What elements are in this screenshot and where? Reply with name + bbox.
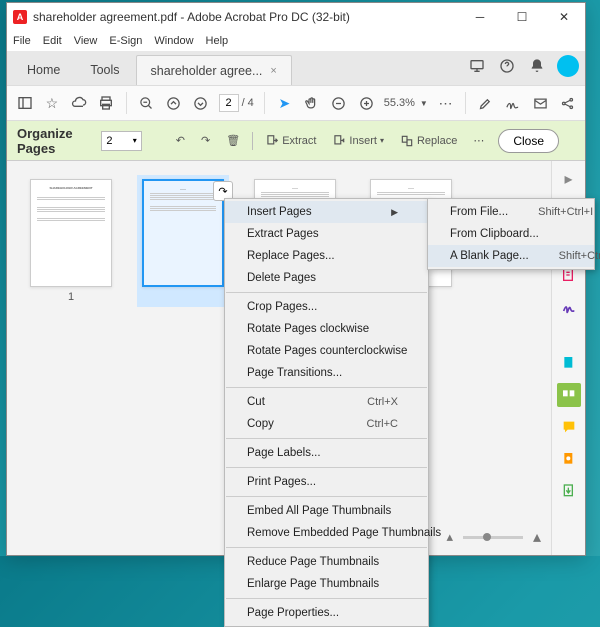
zoom-minus-icon[interactable] [329, 93, 348, 113]
ctx-item[interactable]: Print Pages... [225, 471, 428, 493]
print-icon[interactable] [97, 93, 116, 113]
window-title: shareholder agreement.pdf - Adobe Acroba… [33, 10, 459, 24]
organize-bar: Organize Pages 2▾ ↶ ↷ 🗑 Extract Insert▾ … [7, 121, 585, 161]
rotate-left-icon[interactable]: ↶ [172, 132, 189, 149]
more-icon[interactable]: ⋯ [436, 93, 455, 113]
organize-close-button[interactable]: Close [498, 129, 559, 153]
tabbar-right-buttons [467, 55, 579, 77]
ctx-item[interactable]: Embed All Page Thumbnails [225, 500, 428, 522]
zoom-level[interactable]: 55.3%▼ [384, 97, 428, 109]
side-more-icon[interactable] [557, 351, 581, 375]
ctx-item[interactable]: Enlarge Page Thumbnails [225, 573, 428, 595]
ctx-item[interactable]: Insert Pages▶ [225, 201, 428, 223]
ctx-item[interactable]: Page Properties... [225, 602, 428, 624]
ctx-item[interactable]: Replace Pages... [225, 245, 428, 267]
help-icon[interactable] [497, 56, 517, 76]
side-chevron-icon[interactable]: ▸ [557, 167, 581, 191]
organize-buttons: ↶ ↷ 🗑 Extract Insert▾ Replace ⋯ [172, 132, 489, 150]
window-buttons: ─ ☐ ✕ [459, 3, 585, 31]
cloud-icon[interactable] [69, 93, 88, 113]
side-protect-icon[interactable] [557, 447, 581, 471]
hand-icon[interactable] [302, 93, 321, 113]
context-submenu-insert[interactable]: From File...Shift+Ctrl+IFrom Clipboard..… [427, 198, 595, 270]
menu-file[interactable]: File [13, 35, 31, 47]
highlight-icon[interactable] [476, 93, 495, 113]
ctx-item[interactable]: Rotate Pages clockwise [225, 318, 428, 340]
thumb-zoom-control: ▴ ▴ [446, 527, 541, 547]
page-select[interactable]: 2▾ [101, 131, 141, 151]
insert-button[interactable]: Insert▾ [328, 132, 388, 150]
user-avatar[interactable] [557, 55, 579, 77]
side-sign-icon[interactable] [557, 295, 581, 319]
page-current-input[interactable] [219, 94, 239, 112]
ctx-item[interactable]: CopyCtrl+C [225, 413, 428, 435]
zoom-out-icon[interactable] [137, 93, 156, 113]
page-thumb-2[interactable]: —— ↷ [137, 175, 229, 307]
signature-icon[interactable] [503, 93, 522, 113]
thumb-label: 1 [68, 291, 74, 303]
menu-help[interactable]: Help [206, 35, 229, 47]
pointer-icon[interactable]: ➤ [275, 93, 294, 113]
ctx-item[interactable]: Page Transitions... [225, 362, 428, 384]
tab-tools[interactable]: Tools [76, 55, 133, 85]
tab-home[interactable]: Home [13, 55, 74, 85]
app-icon: A [13, 10, 27, 24]
screen-icon[interactable] [467, 56, 487, 76]
bell-icon[interactable] [527, 56, 547, 76]
side-organize-icon[interactable] [557, 383, 581, 407]
menu-view[interactable]: View [74, 35, 98, 47]
star-icon[interactable]: ☆ [42, 93, 61, 113]
rotate-right-icon[interactable]: ↷ [197, 132, 214, 149]
page-total: 4 [248, 97, 254, 109]
organize-title: Organize Pages [17, 126, 91, 156]
menu-window[interactable]: Window [154, 35, 193, 47]
page-down-icon[interactable] [191, 93, 210, 113]
replace-button[interactable]: Replace [396, 132, 461, 150]
side-comment-icon[interactable] [557, 415, 581, 439]
maximize-button[interactable]: ☐ [501, 3, 543, 31]
menubar: File Edit View E-Sign Window Help [7, 31, 585, 51]
mail-icon[interactable] [531, 93, 550, 113]
ctx-item[interactable]: Delete Pages [225, 267, 428, 289]
share-icon[interactable] [558, 93, 577, 113]
organize-more-icon[interactable]: ⋯ [469, 132, 488, 149]
delete-page-icon[interactable]: 🗑 [222, 132, 244, 149]
minimize-button[interactable]: ─ [459, 3, 501, 31]
ctx-item[interactable]: Crop Pages... [225, 296, 428, 318]
ctx-item[interactable]: Rotate Pages counterclockwise [225, 340, 428, 362]
ctx-item[interactable]: Extract Pages [225, 223, 428, 245]
page-up-icon[interactable] [164, 93, 183, 113]
page-number: / 4 [219, 94, 254, 112]
tabbar: Home Tools shareholder agree... × [7, 51, 585, 85]
thumb-large-icon[interactable]: ▴ [533, 527, 541, 547]
ctx-sub-item[interactable]: From Clipboard... [428, 223, 594, 245]
menu-esign[interactable]: E-Sign [109, 35, 142, 47]
extract-button[interactable]: Extract [261, 132, 320, 150]
tab-document-label: shareholder agree... [151, 64, 263, 78]
context-menu[interactable]: Insert Pages▶Extract PagesReplace Pages.… [224, 198, 429, 627]
ctx-item[interactable]: Remove Embedded Page Thumbnails [225, 522, 428, 544]
page-thumb-1[interactable]: SHAREHOLDER AGREEMENT 1 [25, 179, 117, 303]
ctx-item[interactable]: Page Labels... [225, 442, 428, 464]
menu-edit[interactable]: Edit [43, 35, 62, 47]
tab-close-icon[interactable]: × [270, 65, 276, 77]
titlebar: A shareholder agreement.pdf - Adobe Acro… [7, 3, 585, 31]
main-toolbar: ☆ / 4 ➤ 55.3%▼ ⋯ [7, 85, 585, 121]
close-button[interactable]: ✕ [543, 3, 585, 31]
ctx-sub-item[interactable]: A Blank Page...Shift+Ctrl+T [428, 245, 594, 267]
tab-document[interactable]: shareholder agree... × [136, 55, 292, 85]
ctx-item[interactable]: CutCtrl+X [225, 391, 428, 413]
ctx-item[interactable]: Reduce Page Thumbnails [225, 551, 428, 573]
side-optimize-icon[interactable] [557, 479, 581, 503]
zoom-plus-icon[interactable] [356, 93, 375, 113]
thumb-small-icon[interactable]: ▴ [446, 529, 453, 545]
sidebar-toggle-icon[interactable] [15, 93, 34, 113]
ctx-sub-item[interactable]: From File...Shift+Ctrl+I [428, 201, 594, 223]
